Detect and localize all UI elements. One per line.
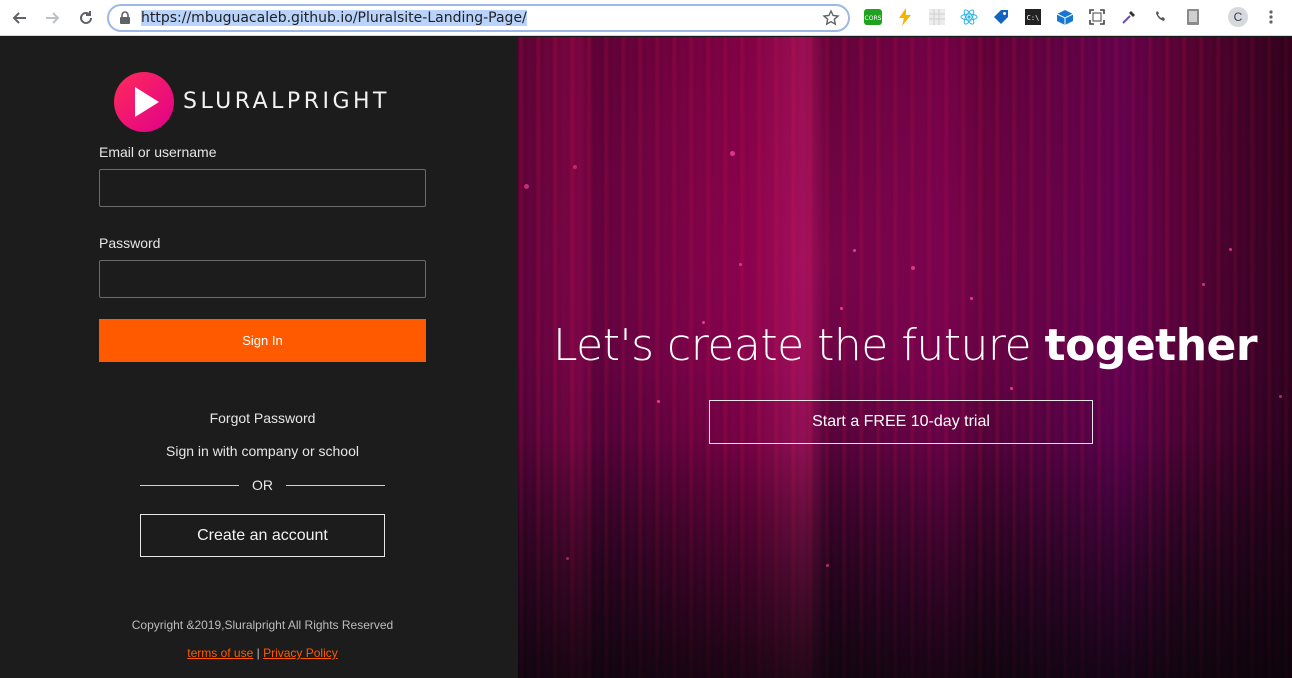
particle xyxy=(1202,283,1205,286)
address-bar[interactable]: https://mbuguacaleb.github.io/Pluralsite… xyxy=(107,4,850,32)
particle xyxy=(657,400,660,403)
brand-name: SLURALPRIGHT xyxy=(183,89,390,114)
particle xyxy=(573,165,577,169)
email-label: Email or username xyxy=(99,144,217,160)
bookmark-star-icon[interactable] xyxy=(822,9,840,32)
particle xyxy=(853,249,856,252)
particle xyxy=(566,557,569,560)
particle xyxy=(1279,395,1282,398)
lock-icon xyxy=(119,11,131,30)
legal-separator: | xyxy=(256,646,260,660)
sign-in-button[interactable]: Sign In xyxy=(99,319,426,362)
particle xyxy=(1010,387,1013,390)
password-field[interactable] xyxy=(99,260,426,298)
react-icon[interactable] xyxy=(960,8,978,26)
phone-icon[interactable] xyxy=(1152,8,1170,26)
company-sign-in-link[interactable]: Sign in with company or school xyxy=(99,443,426,459)
free-trial-button[interactable]: Start a FREE 10-day trial xyxy=(709,400,1093,444)
headline-bold: together xyxy=(1044,320,1258,371)
particle xyxy=(970,297,973,300)
device-icon[interactable] xyxy=(1184,8,1202,26)
menu-kebab-icon[interactable] xyxy=(1262,8,1280,26)
hero-headline: Let's create the future together xyxy=(518,320,1292,371)
browser-toolbar: https://mbuguacaleb.github.io/Pluralsite… xyxy=(0,0,1292,36)
hero-bottom-shade xyxy=(518,438,1292,678)
play-logo-icon xyxy=(114,72,174,132)
particle xyxy=(911,266,915,270)
back-icon[interactable] xyxy=(8,6,32,30)
login-panel: SLURALPRIGHT Email or username Password … xyxy=(0,37,518,678)
reload-icon[interactable] xyxy=(74,6,98,30)
forward-icon[interactable] xyxy=(40,6,64,30)
cors-icon[interactable]: CORS xyxy=(864,8,882,26)
terminal-icon[interactable]: C:\ xyxy=(1024,8,1042,26)
particle xyxy=(739,263,742,266)
svg-text:C:\: C:\ xyxy=(1027,14,1040,22)
particle xyxy=(524,184,529,189)
svg-text:CORS: CORS xyxy=(865,15,882,22)
brand-logo[interactable]: SLURALPRIGHT xyxy=(113,71,413,133)
or-divider: OR xyxy=(140,477,385,493)
email-field[interactable] xyxy=(99,169,426,207)
hero-section: Let's create the future together Start a… xyxy=(518,37,1292,678)
profile-initial: C xyxy=(1233,10,1243,24)
terms-link[interactable]: terms of use xyxy=(187,646,253,660)
privacy-link[interactable]: Privacy Policy xyxy=(263,646,338,660)
bolt-icon[interactable] xyxy=(896,8,914,26)
box-icon[interactable] xyxy=(1056,8,1074,26)
particle xyxy=(730,151,735,156)
grid-icon[interactable] xyxy=(928,8,946,26)
forgot-password-link[interactable]: Forgot Password xyxy=(99,410,426,426)
particle xyxy=(826,564,829,567)
profile-avatar[interactable]: C xyxy=(1228,7,1248,27)
particle xyxy=(1229,248,1232,251)
screenshot-icon[interactable] xyxy=(1088,8,1106,26)
eyedropper-icon[interactable] xyxy=(1120,8,1138,26)
copyright-text: Copyright &2019,Sluralpright All Rights … xyxy=(131,618,394,632)
password-label: Password xyxy=(99,235,161,251)
headline-light: Let's create the future xyxy=(552,320,1045,371)
url-text: https://mbuguacaleb.github.io/Pluralsite… xyxy=(141,10,527,26)
tag-icon[interactable] xyxy=(992,8,1010,26)
particle xyxy=(840,307,843,310)
create-account-button[interactable]: Create an account xyxy=(140,514,385,557)
legal-links: terms of use | Privacy Policy xyxy=(50,646,475,660)
divider-line-right xyxy=(286,485,385,486)
